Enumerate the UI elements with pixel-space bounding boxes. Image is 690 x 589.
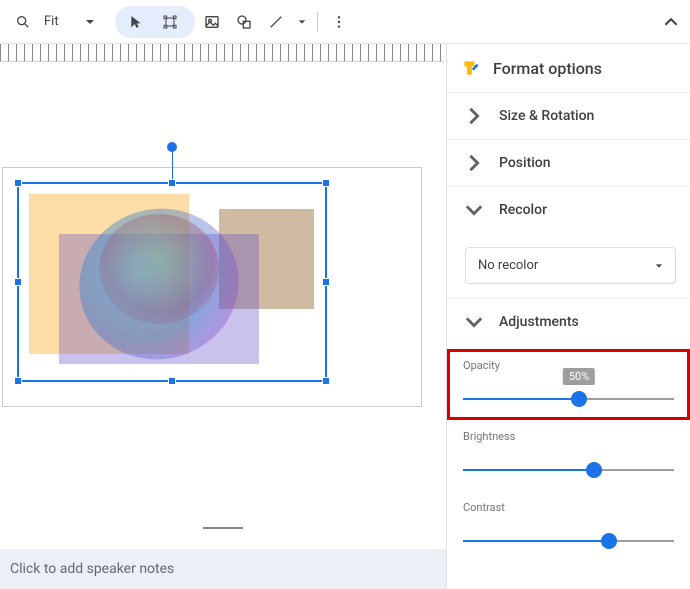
line-dropdown[interactable] xyxy=(293,7,311,37)
more-button[interactable] xyxy=(324,7,354,37)
section-label: Size & Rotation xyxy=(499,108,594,124)
section-size-rotation[interactable]: Size & Rotation xyxy=(447,93,690,140)
resize-handle[interactable] xyxy=(322,179,330,187)
brightness-label: Brightness xyxy=(463,430,674,443)
contrast-slider-group: Contrast xyxy=(447,491,690,562)
panel-header: Format options xyxy=(447,44,690,93)
section-label: Position xyxy=(499,155,551,171)
zoom-icon xyxy=(8,7,38,37)
chevron-right-icon xyxy=(465,154,483,172)
slider-thumb[interactable] xyxy=(601,533,617,549)
chevron-down-icon xyxy=(465,201,483,219)
resize-handle[interactable] xyxy=(322,278,330,286)
chevron-down-icon xyxy=(655,262,663,270)
chevron-down-icon xyxy=(465,313,483,331)
resize-handle[interactable] xyxy=(168,179,176,187)
resize-handle[interactable] xyxy=(14,179,22,187)
speaker-notes[interactable]: Click to add speaker notes xyxy=(0,549,446,589)
resize-handle[interactable] xyxy=(14,278,22,286)
chevron-down-icon xyxy=(85,17,95,27)
brightness-slider[interactable] xyxy=(463,461,674,479)
opacity-slider[interactable]: 50% xyxy=(463,390,674,408)
image-button[interactable] xyxy=(197,7,227,37)
recolor-value: No recolor xyxy=(478,258,538,273)
transform-icon xyxy=(155,7,185,37)
panel-title: Format options xyxy=(493,59,602,78)
cursor-icon xyxy=(121,7,151,37)
contrast-label: Contrast xyxy=(463,501,674,514)
divider xyxy=(317,12,318,32)
section-position[interactable]: Position xyxy=(447,140,690,187)
chevron-right-icon xyxy=(465,107,483,125)
brightness-slider-group: Brightness xyxy=(447,420,690,491)
section-adjustments[interactable]: Adjustments xyxy=(447,299,690,345)
opacity-slider-group: Opacity 50% xyxy=(447,349,690,420)
slide[interactable] xyxy=(2,167,422,407)
recolor-select[interactable]: No recolor xyxy=(465,247,676,284)
ruler xyxy=(0,44,444,62)
contrast-slider[interactable] xyxy=(463,532,674,550)
selected-image[interactable] xyxy=(17,182,327,382)
opacity-value: 50% xyxy=(563,368,595,385)
section-recolor[interactable]: Recolor xyxy=(447,187,690,233)
collapse-button[interactable] xyxy=(656,7,686,37)
zoom-control[interactable]: Fit xyxy=(4,7,101,37)
format-options-panel: Format options Size & Rotation Position … xyxy=(446,44,690,589)
slider-thumb[interactable] xyxy=(571,391,587,407)
format-options-icon xyxy=(461,58,481,78)
resize-handle[interactable] xyxy=(14,377,22,385)
shape-button[interactable] xyxy=(229,7,259,37)
slider-thumb[interactable] xyxy=(586,462,602,478)
line-button[interactable] xyxy=(261,7,291,37)
resize-handle[interactable] xyxy=(322,377,330,385)
section-label: Recolor xyxy=(499,202,547,218)
zoom-label: Fit xyxy=(40,14,63,29)
resize-handle[interactable] xyxy=(168,377,176,385)
toolbar: Fit xyxy=(0,0,690,44)
select-tool-group[interactable] xyxy=(115,6,195,38)
canvas-pane: Click to add speaker notes xyxy=(0,44,446,589)
section-label: Adjustments xyxy=(499,314,579,330)
notes-separator[interactable] xyxy=(203,527,243,529)
rotate-handle[interactable] xyxy=(167,142,177,152)
